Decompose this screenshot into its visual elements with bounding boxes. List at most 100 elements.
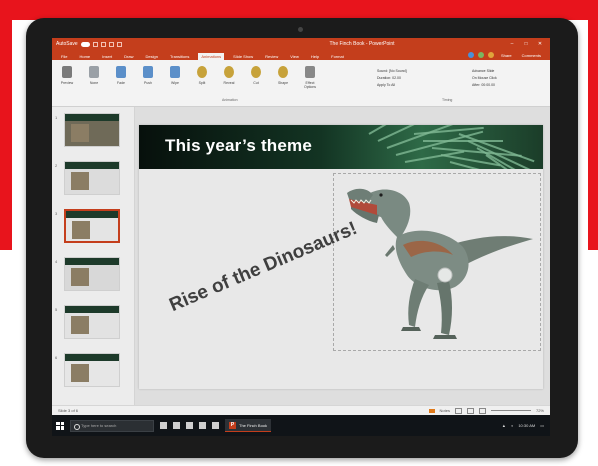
store-icon[interactable] bbox=[199, 422, 206, 429]
ribbon-item-shape[interactable]: Shape bbox=[274, 66, 292, 85]
ribbon-item-label: None bbox=[89, 81, 99, 85]
volume-icon[interactable]: ◖ bbox=[511, 423, 513, 428]
tab-draw[interactable]: Draw bbox=[121, 53, 136, 60]
thumbnail-image bbox=[71, 124, 89, 142]
tab-help[interactable]: Help bbox=[308, 53, 322, 60]
tab-transitions[interactable]: Transitions bbox=[167, 53, 192, 60]
ribbon-item-effect-options[interactable]: Effect Options bbox=[301, 66, 319, 89]
transition-effect-icon bbox=[251, 66, 261, 78]
timing-option[interactable]: On Mouse Click bbox=[472, 75, 497, 82]
slide-tagline[interactable]: Rise of the Dinosaurs! bbox=[166, 218, 360, 317]
slide-editor: This year’s theme Rise of the Dinosaurs! bbox=[135, 107, 550, 405]
tab-file[interactable]: File bbox=[58, 53, 70, 60]
slide-thumbnail[interactable] bbox=[64, 113, 120, 147]
status-bar: Slide 3 of 6 Notes 72% bbox=[52, 405, 550, 415]
edge-icon[interactable] bbox=[173, 422, 180, 429]
slide-thumbnail[interactable] bbox=[64, 209, 120, 243]
dinosaur-image[interactable] bbox=[337, 175, 537, 347]
slide-number: 6 bbox=[55, 355, 58, 360]
tab-review[interactable]: Review bbox=[262, 53, 281, 60]
task-view-icon[interactable] bbox=[160, 422, 167, 429]
ribbon-item-label: Effect Options bbox=[303, 81, 317, 89]
thumbnail-image bbox=[71, 364, 89, 382]
save-icon[interactable] bbox=[92, 41, 98, 47]
window-controls: – □ ✕ bbox=[508, 41, 550, 47]
ribbon-item-label: Wipe bbox=[171, 81, 179, 85]
tab-slide-show[interactable]: Slide Show bbox=[230, 53, 256, 60]
notes-icon[interactable] bbox=[428, 408, 435, 413]
ribbon-item-push[interactable]: Push bbox=[139, 66, 157, 85]
slide-sorter-icon[interactable] bbox=[466, 407, 474, 414]
zoom-slider[interactable] bbox=[490, 410, 531, 411]
timing-option[interactable]: After: 00:00.00 bbox=[472, 82, 497, 89]
timing-option[interactable]: Sound: [No Sound] bbox=[377, 68, 407, 75]
ribbon-item-none[interactable]: None bbox=[85, 66, 103, 85]
collaborator-avatar[interactable] bbox=[487, 52, 494, 58]
tab-view[interactable]: View bbox=[287, 53, 302, 60]
search-placeholder: Type here to search bbox=[81, 423, 117, 428]
redo-icon[interactable] bbox=[108, 41, 114, 47]
timing-options-right: Advance Slide On Mouse Click After: 00:00.… bbox=[472, 68, 497, 89]
slide-thumbnail[interactable] bbox=[64, 353, 120, 387]
timing-option[interactable]: Apply To All bbox=[377, 82, 407, 89]
timing-option[interactable]: Duration: 02.00 bbox=[377, 75, 407, 82]
mail-icon[interactable] bbox=[212, 422, 219, 429]
status-right: Notes 72% bbox=[428, 407, 544, 414]
tab-insert[interactable]: Insert bbox=[99, 53, 115, 60]
close-button[interactable]: ✕ bbox=[536, 41, 544, 47]
tab-design[interactable]: Design bbox=[142, 53, 160, 60]
system-tray: ▲ ◖ 10:30 AM ▭ bbox=[502, 423, 550, 428]
ribbon-item-cut[interactable]: Cut bbox=[247, 66, 265, 85]
transition-effect-icon bbox=[224, 66, 234, 78]
autosave-toggle[interactable] bbox=[80, 41, 90, 47]
notes-button[interactable]: Notes bbox=[440, 408, 450, 413]
ribbon: Animation Timing Sound: [No Sound] Durati… bbox=[52, 60, 550, 107]
ribbon-item-reveal[interactable]: Reveal bbox=[220, 66, 238, 85]
present-icon[interactable] bbox=[116, 41, 122, 47]
taskbar-search-input[interactable]: Type here to search bbox=[70, 419, 154, 432]
ribbon-tabs: File Home Insert Draw Design Transitions Anima… bbox=[52, 50, 550, 60]
trex-body bbox=[395, 230, 469, 291]
collaborator-avatar[interactable] bbox=[477, 52, 484, 58]
notifications-icon[interactable]: ▭ bbox=[540, 423, 544, 428]
slide-thumbnail[interactable] bbox=[64, 161, 120, 195]
tab-home[interactable]: Home bbox=[76, 53, 93, 60]
clock[interactable]: 10:30 AM bbox=[518, 423, 535, 428]
trex-eye bbox=[379, 193, 383, 197]
slide-thumbnails-pane: 1 2 3 4 5 6 bbox=[52, 107, 135, 405]
current-slide[interactable]: This year’s theme Rise of the Dinosaurs! bbox=[139, 125, 543, 389]
windows-start-icon[interactable] bbox=[56, 421, 64, 430]
transition-effect-icon bbox=[305, 66, 315, 78]
ribbon-item-split[interactable]: Split bbox=[193, 66, 211, 85]
ribbon-item-fade[interactable]: Fade bbox=[112, 66, 130, 85]
thumbnail-image bbox=[71, 316, 89, 334]
slide-thumbnail[interactable] bbox=[64, 257, 120, 291]
taskbar-powerpoint[interactable]: P The Finch Book bbox=[225, 419, 272, 432]
quick-access-toolbar: AutoSave bbox=[52, 41, 216, 47]
transition-effect-icon bbox=[170, 66, 180, 78]
transition-effect-icon bbox=[89, 66, 99, 78]
minimize-button[interactable]: – bbox=[508, 41, 516, 47]
reading-view-icon[interactable] bbox=[478, 407, 486, 414]
powerpoint-icon: P bbox=[229, 421, 236, 429]
maximize-button[interactable]: □ bbox=[522, 41, 530, 47]
timing-option[interactable]: Advance Slide bbox=[472, 68, 497, 75]
ribbon-item-label: Split bbox=[198, 81, 206, 85]
thumbnail-header bbox=[65, 162, 119, 169]
ribbon-item-wipe[interactable]: Wipe bbox=[166, 66, 184, 85]
network-icon[interactable]: ▲ bbox=[502, 423, 506, 428]
slide-title[interactable]: This year’s theme bbox=[165, 136, 312, 156]
tab-format[interactable]: Format bbox=[328, 53, 347, 60]
normal-view-icon[interactable] bbox=[454, 407, 462, 414]
comments-button[interactable]: Comments bbox=[519, 52, 544, 59]
slide-thumbnail[interactable] bbox=[64, 305, 120, 339]
file-explorer-icon[interactable] bbox=[186, 422, 193, 429]
tab-animations[interactable]: Animations bbox=[198, 53, 225, 60]
undo-icon[interactable] bbox=[100, 41, 106, 47]
transition-effect-icon bbox=[197, 66, 207, 78]
ribbon-item-label: Fade bbox=[117, 81, 125, 85]
zoom-level[interactable]: 72% bbox=[536, 408, 544, 413]
share-button[interactable]: Share bbox=[498, 52, 515, 59]
ribbon-item-preview[interactable]: Preview bbox=[58, 66, 76, 85]
collaborator-avatar[interactable] bbox=[467, 52, 474, 58]
